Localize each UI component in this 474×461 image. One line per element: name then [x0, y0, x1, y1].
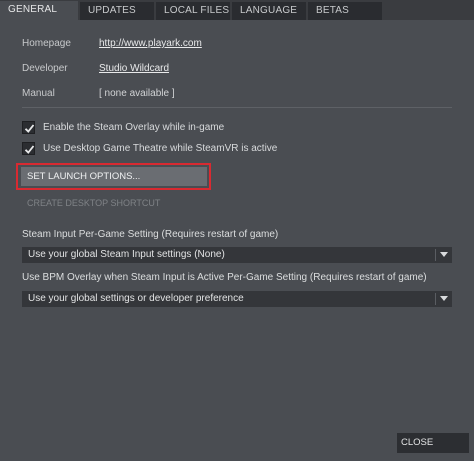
dropdown-separator [435, 293, 436, 305]
checkmark-icon [24, 124, 35, 133]
overlay-checkbox-label: Enable the Steam Overlay while in-game [43, 122, 225, 133]
checkmark-icon [24, 145, 35, 154]
highlight-box [16, 163, 211, 190]
create-desktop-shortcut-button[interactable]: CREATE DESKTOP SHORTCUT [27, 198, 160, 208]
theatre-checkbox[interactable] [22, 142, 35, 155]
steam-input-dropdown[interactable]: Use your global Steam Input settings (No… [22, 247, 452, 263]
bpm-overlay-title: Use BPM Overlay when Steam Input is Acti… [22, 272, 427, 283]
tab-updates[interactable]: UPDATES [80, 2, 154, 20]
developer-label: Developer [22, 63, 68, 74]
homepage-label: Homepage [22, 38, 71, 49]
chevron-down-icon [440, 296, 448, 301]
developer-link[interactable]: Studio Wildcard [99, 63, 169, 74]
tab-general[interactable]: GENERAL [0, 1, 78, 21]
tab-local-files[interactable]: LOCAL FILES [156, 2, 230, 20]
manual-label: Manual [22, 88, 55, 99]
tab-betas[interactable]: BETAS [308, 2, 382, 20]
close-button[interactable]: CLOSE [397, 433, 469, 453]
dropdown-separator [435, 249, 436, 261]
bpm-overlay-dropdown[interactable]: Use your global settings or developer pr… [22, 291, 452, 307]
chevron-down-icon [440, 252, 448, 257]
theatre-checkbox-label: Use Desktop Game Theatre while SteamVR i… [43, 143, 278, 154]
tab-bar: GENERAL UPDATES LOCAL FILES LANGUAGE BET… [0, 0, 474, 21]
tab-language[interactable]: LANGUAGE [232, 2, 306, 20]
overlay-checkbox[interactable] [22, 121, 35, 134]
manual-value: [ none available ] [99, 88, 175, 99]
bpm-overlay-selected: Use your global settings or developer pr… [28, 293, 244, 304]
section-divider [22, 107, 452, 108]
steam-input-title: Steam Input Per-Game Setting (Requires r… [22, 229, 279, 240]
steam-input-selected: Use your global Steam Input settings (No… [28, 249, 225, 260]
homepage-link[interactable]: http://www.playark.com [99, 38, 202, 49]
